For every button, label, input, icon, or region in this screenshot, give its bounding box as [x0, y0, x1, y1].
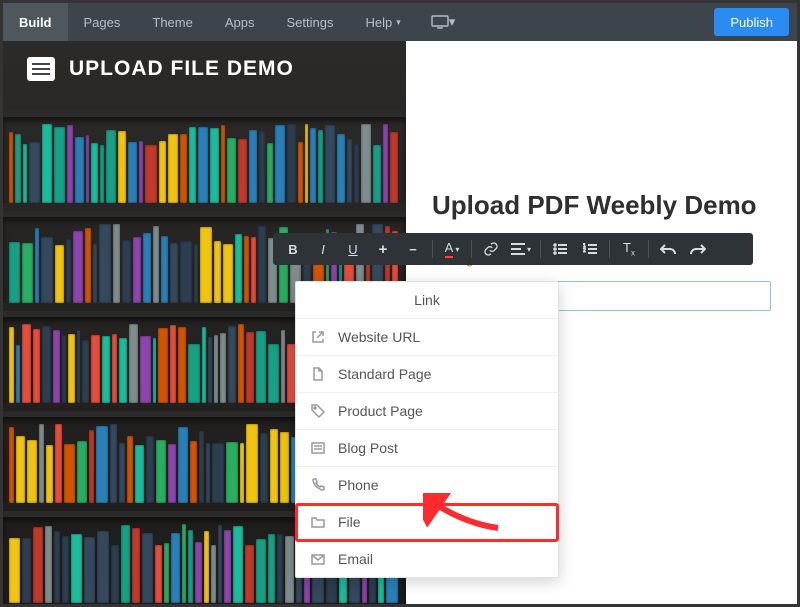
phone-icon: [310, 477, 326, 493]
callout-arrow-icon: [423, 493, 503, 533]
nav-build[interactable]: Build: [3, 3, 68, 41]
undo-button[interactable]: [654, 235, 682, 263]
font-size-decrease-button[interactable]: −: [399, 235, 427, 263]
bullet-list-button[interactable]: [546, 235, 574, 263]
svg-text:2: 2: [583, 248, 586, 254]
link-option-website-url[interactable]: Website URL: [296, 319, 558, 356]
publish-label: Publish: [730, 15, 773, 30]
nav-help[interactable]: Help ▾: [349, 3, 416, 41]
text-toolbar: B I U + − A▾ ▾ 12 Tx: [273, 233, 753, 265]
tag-icon: [310, 403, 326, 419]
nav-label: Build: [19, 15, 52, 30]
link-option-label: Product Page: [338, 403, 423, 419]
nav-pages[interactable]: Pages: [68, 3, 137, 41]
link-option-product-page[interactable]: Product Page: [296, 393, 558, 430]
align-icon: [511, 243, 525, 255]
nav-label: Settings: [286, 15, 333, 30]
italic-button[interactable]: I: [309, 235, 337, 263]
page-heading: Upload PDF Weebly Demo: [432, 191, 771, 221]
bullet-list-icon: [553, 243, 567, 255]
nav-label: Apps: [225, 15, 255, 30]
menu-icon[interactable]: [27, 57, 55, 81]
external-link-icon: [310, 329, 326, 345]
chevron-down-icon: ▾: [449, 14, 456, 30]
link-menu-title: Link: [296, 282, 558, 319]
link-option-standard-page[interactable]: Standard Page: [296, 356, 558, 393]
folder-icon: [310, 514, 326, 530]
link-option-email[interactable]: Email: [296, 541, 558, 577]
clear-formatting-button[interactable]: Tx: [615, 235, 643, 263]
link-menu: Link Website URL Standard Page Product P…: [295, 281, 559, 578]
link-option-label: Website URL: [338, 329, 420, 345]
nav-device-preview[interactable]: ▾: [417, 3, 470, 41]
link-option-blog-post[interactable]: Blog Post: [296, 430, 558, 467]
nav-theme[interactable]: Theme: [136, 3, 208, 41]
page-icon: [310, 366, 326, 382]
nav-label: Pages: [84, 15, 121, 30]
link-option-label: File: [338, 514, 361, 530]
mail-icon: [310, 551, 326, 567]
align-button[interactable]: ▾: [507, 235, 535, 263]
link-icon: [483, 241, 499, 257]
redo-button[interactable]: [684, 235, 712, 263]
bold-button[interactable]: B: [279, 235, 307, 263]
number-list-icon: 12: [583, 243, 597, 255]
link-option-label: Standard Page: [338, 366, 431, 382]
link-button[interactable]: [477, 235, 505, 263]
chevron-down-icon: ▾: [396, 17, 401, 28]
nav-label: Theme: [152, 15, 192, 30]
nav-apps[interactable]: Apps: [209, 3, 271, 41]
nav-label: Help: [365, 15, 392, 30]
post-icon: [310, 440, 326, 456]
undo-icon: [660, 243, 676, 255]
redo-icon: [690, 243, 706, 255]
nav-settings[interactable]: Settings: [270, 3, 349, 41]
font-size-button[interactable]: +: [369, 235, 397, 263]
underline-button[interactable]: U: [339, 235, 367, 263]
publish-button[interactable]: Publish: [714, 8, 789, 36]
link-option-label: Phone: [338, 477, 378, 493]
monitor-icon: [431, 15, 449, 29]
number-list-button[interactable]: 12: [576, 235, 604, 263]
link-option-label: Blog Post: [338, 440, 398, 456]
text-color-button[interactable]: A▾: [438, 235, 466, 263]
site-title: UPLOAD FILE DEMO: [69, 57, 294, 81]
link-option-label: Email: [338, 551, 373, 567]
top-nav: Build Pages Theme Apps Settings Help▾ ▾ …: [3, 3, 797, 41]
